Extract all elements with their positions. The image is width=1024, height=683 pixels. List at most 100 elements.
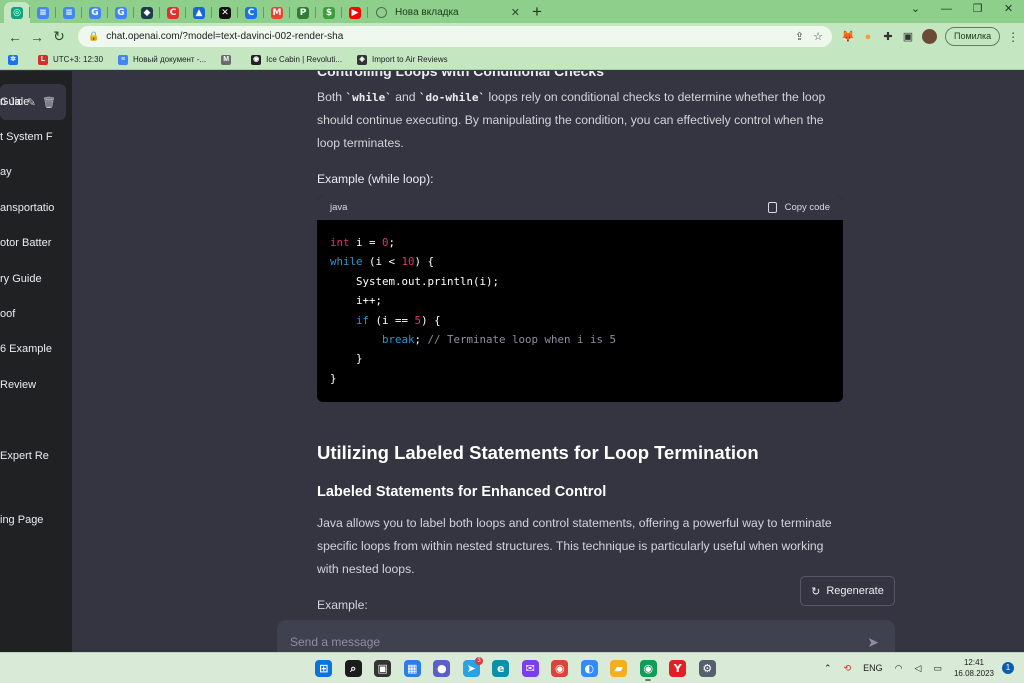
browser-tab[interactable]: ≡ (56, 2, 82, 23)
taskbar-app[interactable]: e (486, 656, 516, 681)
youtube-icon: ▶ (349, 6, 361, 19)
clipboard-icon (767, 202, 777, 213)
c-blue-icon: C (245, 6, 257, 19)
sidebar-chat-item[interactable]: ing Page (0, 514, 43, 526)
close-window-button[interactable]: ✕ (993, 0, 1024, 21)
docs-icon: ≡ (37, 6, 49, 19)
address-bar[interactable]: 🔒 chat.openai.com/?model=text-davinci-00… (78, 26, 832, 47)
pinned-tabs: ◎ ≡ ≡ G G ◆ C ▲ ✕ C M P $ ▶ (0, 2, 368, 23)
browser-tab[interactable]: P (290, 2, 316, 23)
sidebar-chat-item[interactable]: ay (0, 166, 12, 178)
sync-icon[interactable]: ⟲ (844, 663, 852, 674)
bookmark-item[interactable]: ✲ (8, 54, 23, 65)
sidebar-chat-item[interactable]: otor Batter (0, 237, 51, 249)
sidebar-chat-item[interactable]: Expert Re (0, 450, 49, 462)
browser-tab[interactable]: ▶ (342, 2, 368, 23)
share-icon[interactable]: ⇪ (795, 30, 804, 43)
sidebar-chat-item[interactable]: 6 Example (0, 343, 52, 355)
battery-icon[interactable]: ▭ (933, 663, 942, 674)
copy-code-button[interactable]: Copy code (767, 202, 830, 213)
browser-tab[interactable]: ◎ (4, 2, 30, 23)
bookmark-item[interactable]: ◉ Ice Cabin | Revoluti... (251, 54, 343, 65)
close-tab-icon[interactable]: ✕ (511, 6, 520, 19)
browser-tab-strip: ◎ ≡ ≡ G G ◆ C ▲ ✕ C M P $ ▶ Новa вкладка ✕ + ⌄ — ❐ ✕ (0, 0, 1024, 23)
browser-tab[interactable]: G (108, 2, 134, 23)
window-controls: ⌄ — ❐ ✕ (900, 0, 1024, 21)
bookmark-item[interactable]: ◈ Import to Air Reviews (357, 54, 448, 65)
wifi-icon[interactable]: ◠ (895, 663, 903, 674)
url-text: chat.openai.com/?model=text-davinci-002-… (106, 31, 344, 42)
message-input[interactable]: Send a message ➤ (277, 620, 895, 652)
taskbar-app[interactable]: ▣ (368, 656, 398, 681)
more-menu-icon[interactable]: ⋮ (1007, 30, 1019, 44)
browser-tab[interactable]: ≡ (30, 2, 56, 23)
taskbar-app[interactable]: ▰ (604, 656, 634, 681)
regenerate-button[interactable]: ↻ Regenerate (800, 576, 895, 606)
taskbar-app[interactable]: ⊞ (309, 656, 339, 681)
volume-icon[interactable]: ◁ (915, 663, 922, 674)
update-error-button[interactable]: Помилка (945, 27, 1001, 46)
sidebar-chat-item[interactable]: ansportatio (0, 202, 54, 214)
notification-badge[interactable]: 1 (1002, 662, 1014, 674)
bookmark-item[interactable]: ≡ Новый документ -... (118, 54, 206, 65)
browser-tab[interactable]: ✕ (212, 2, 238, 23)
language-indicator[interactable]: ENG (863, 663, 883, 673)
taskbar-app[interactable]: ⚙ (693, 656, 723, 681)
globe-icon (376, 7, 387, 18)
taskbar-app[interactable]: ⌕ (339, 656, 369, 681)
sidebar-chat-item[interactable]: ry Guide (0, 273, 42, 285)
browser-tab[interactable]: ◆ (134, 2, 160, 23)
chatgpt-icon: ◎ (11, 6, 23, 19)
bookmark-gear-icon: ✲ (8, 54, 18, 65)
side-panel-icon[interactable]: ▣ (898, 30, 918, 43)
taskbar-app[interactable]: ◐ (575, 656, 605, 681)
sidebar-chat-item[interactable]: oof (0, 308, 15, 320)
browser-tab[interactable]: ▲ (186, 2, 212, 23)
taskbar-app[interactable]: ➤ 3 (457, 656, 487, 681)
taskbar-app[interactable]: ◉ (545, 656, 575, 681)
taskbar-app[interactable]: ▦ (398, 656, 428, 681)
browser-tab[interactable]: C (238, 2, 264, 23)
sidebar-chat-item[interactable]: t System F (0, 131, 53, 143)
taskbar-app[interactable]: ● (427, 656, 457, 681)
browser-tab[interactable]: G (82, 2, 108, 23)
forward-button[interactable]: → (26, 29, 48, 45)
paragraph-labeled-statements: Java allows you to label both loops and … (317, 516, 832, 576)
extension-dot-icon[interactable]: ● (858, 31, 878, 43)
browser-tab[interactable]: M (264, 2, 290, 23)
reload-button[interactable]: ↻ (48, 28, 70, 45)
clock[interactable]: 12:41 16.08.2023 (954, 657, 994, 679)
para-text: and (391, 90, 419, 104)
bookmark-star-icon[interactable]: ☆ (813, 30, 823, 43)
chevron-up-icon[interactable]: ⌃ (824, 663, 832, 674)
code-token: i = (349, 236, 383, 249)
metamask-icon[interactable]: 🦊 (838, 30, 858, 43)
taskbar-app[interactable]: Y (663, 656, 693, 681)
bookmark-item[interactable]: M (221, 54, 236, 65)
profile-avatar[interactable] (922, 29, 937, 44)
restore-button[interactable]: ❐ (962, 0, 993, 21)
trash-icon[interactable]: 🗑 (42, 96, 56, 109)
refresh-icon: ↻ (811, 585, 821, 598)
search-icon: ⌕ (344, 660, 362, 677)
clock-time: 12:41 (963, 658, 984, 667)
bookmark-label: Ice Cabin | Revoluti... (266, 55, 343, 64)
chevron-down-icon[interactable]: ⌄ (900, 0, 931, 21)
taskbar-app[interactable]: ✉ (516, 656, 546, 681)
sidebar-chat-item[interactable]: Review (0, 379, 36, 391)
taskbar-app[interactable]: ◉ (634, 656, 664, 681)
send-icon[interactable]: ➤ (867, 634, 879, 651)
minimize-button[interactable]: — (931, 0, 962, 21)
code-token: ) { (421, 313, 441, 327)
p-icon: P (297, 6, 309, 19)
browser-tab[interactable]: $ (316, 2, 342, 23)
browser-tab[interactable]: C (160, 2, 186, 23)
bookmark-item[interactable]: L UTC+3: 12:30 (38, 54, 103, 65)
inline-code-while: `while` (345, 91, 392, 104)
new-tab-button[interactable]: + (526, 2, 548, 23)
sidebar-chat-item[interactable]: Guide (0, 96, 29, 108)
puzzle-extensions-icon[interactable]: ✚ (878, 30, 898, 43)
tab-new-tab[interactable]: Новa вкладка ✕ (368, 2, 526, 23)
back-button[interactable]: ← (4, 29, 26, 45)
lock-icon[interactable]: 🔒 (88, 31, 99, 42)
